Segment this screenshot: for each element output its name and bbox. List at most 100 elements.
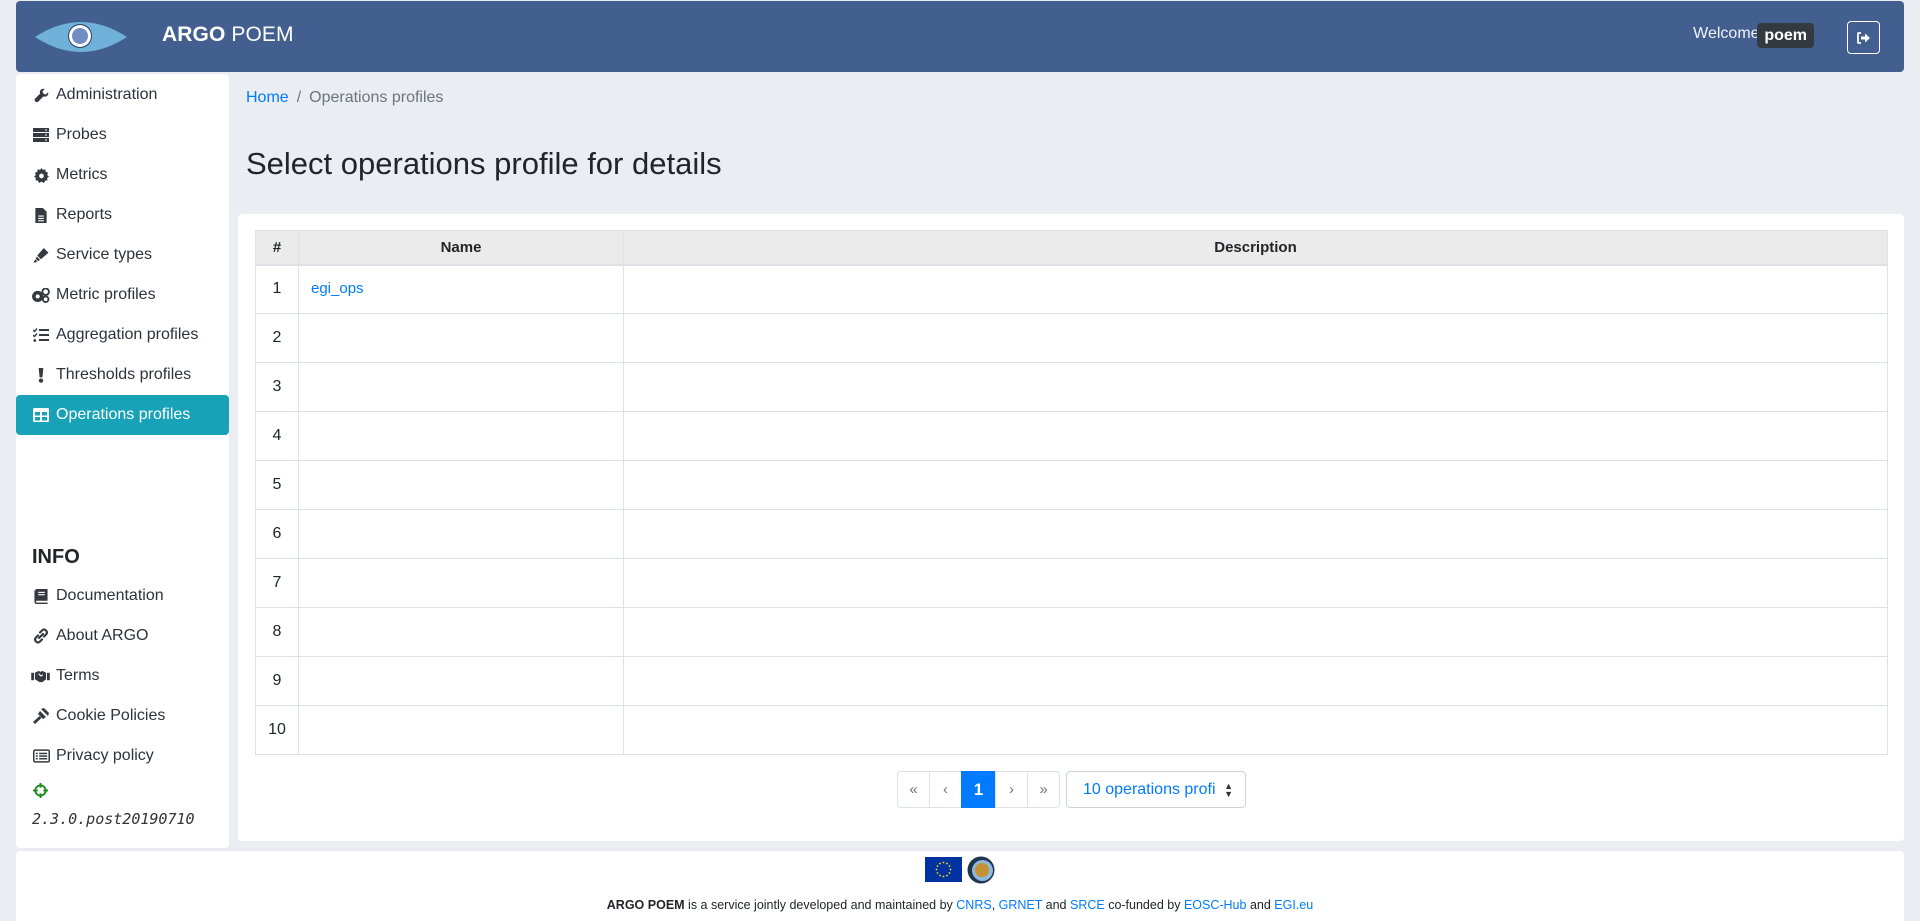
description-cell [623, 362, 1888, 412]
sidebar-item-cookie-policies[interactable]: Cookie Policies [16, 696, 229, 736]
welcome-text: Welcome, [1693, 25, 1764, 42]
row-number: 7 [255, 558, 299, 608]
sidebar-item-reports[interactable]: Reports [16, 195, 229, 235]
sidebar-item-aggregation-profiles[interactable]: Aggregation profiles [16, 315, 229, 355]
sidebar-item-terms[interactable]: Terms [16, 656, 229, 696]
sidebar-item-probes[interactable]: Probes [16, 115, 229, 155]
table-row: 9 [255, 656, 1888, 706]
footer: ARGO POEM is a service jointly developed… [16, 851, 1904, 921]
column-header-name[interactable]: Name [298, 230, 624, 266]
row-number: 1 [255, 264, 299, 314]
argo-eye-logo [35, 22, 127, 52]
cnrs-link[interactable]: CNRS [956, 898, 991, 912]
nav-label: Terms [56, 667, 100, 684]
gavel-icon [32, 708, 50, 724]
sort-arrows-icon: ▲ ▼ [1224, 781, 1233, 799]
version-text: 2.3.0.post20190710 [32, 810, 195, 828]
grnet-link[interactable]: GRNET [999, 898, 1043, 912]
cogs-icon [30, 287, 50, 303]
row-number: 4 [255, 411, 299, 461]
sidebar-item-documentation[interactable]: Documentation [16, 576, 229, 616]
row-number: 5 [255, 460, 299, 510]
description-cell [623, 705, 1888, 755]
row-number: 3 [255, 362, 299, 412]
brand-bold: ARGO [162, 23, 226, 46]
page-size-select[interactable]: 10 operations profi ▲ ▼ [1066, 771, 1246, 808]
sidebar-item-service-types[interactable]: Service types [16, 235, 229, 275]
name-cell [298, 411, 624, 461]
sidebar-item-privacy-policy[interactable]: Privacy policy [16, 736, 229, 776]
nav-label: Operations profiles [56, 406, 191, 423]
description-cell [623, 656, 1888, 706]
crosshairs-icon [33, 783, 48, 798]
footer-text: and [1246, 898, 1275, 912]
page-title: Select operations profile for details [246, 146, 722, 181]
egi-link[interactable]: EGI.eu [1274, 898, 1313, 912]
table-row: 6 [255, 509, 1888, 559]
nav-label: About ARGO [56, 627, 149, 644]
nav-label: Cookie Policies [56, 707, 166, 724]
first-page-button[interactable]: « [897, 771, 930, 808]
breadcrumb-separator: / [296, 89, 302, 106]
name-cell: egi_ops [298, 264, 624, 314]
sidebar-item-operations-profiles[interactable]: Operations profiles [16, 395, 229, 435]
row-number: 10 [255, 705, 299, 755]
footer-text: , [991, 898, 999, 912]
page-size-value: 10 operations profi [1083, 780, 1216, 798]
breadcrumb-home-link[interactable]: Home [246, 89, 289, 106]
breadcrumb: Home / Operations profiles [246, 89, 443, 107]
table-header-row: # Name Description [255, 230, 1888, 266]
footer-credits: ARGO POEM is a service jointly developed… [16, 898, 1904, 912]
nav-label: Metrics [56, 166, 108, 183]
description-cell [623, 264, 1888, 314]
nav-label: Aggregation profiles [56, 326, 199, 343]
name-cell [298, 607, 624, 657]
table-row: 10 [255, 705, 1888, 755]
next-page-button[interactable]: › [995, 771, 1028, 808]
last-page-button[interactable]: » [1027, 771, 1060, 808]
previous-page-button[interactable]: ‹ [929, 771, 962, 808]
table-row: 3 [255, 362, 1888, 412]
link-icon [32, 628, 50, 644]
egi-logo [967, 856, 995, 884]
description-cell [623, 509, 1888, 559]
eosc-hub-link[interactable]: EOSC-Hub [1184, 898, 1247, 912]
page-1-button[interactable]: 1 [961, 771, 996, 808]
description-cell [623, 558, 1888, 608]
srce-link[interactable]: SRCE [1070, 898, 1105, 912]
sidebar-item-administration[interactable]: Administration [16, 75, 229, 115]
sidebar-item-metrics[interactable]: Metrics [16, 155, 229, 195]
profiles-table-card: # Name Description 1 egi_ops 2 3 4 5 6 7 8 9 10 « … [238, 214, 1904, 841]
name-cell [298, 313, 624, 363]
username-badge: poem [1757, 23, 1814, 48]
sidebar: Administration Probes Metrics Reports Se… [16, 74, 229, 848]
row-number: 2 [255, 313, 299, 363]
book-icon [32, 588, 50, 604]
name-cell [298, 460, 624, 510]
description-cell [623, 460, 1888, 510]
row-number: 8 [255, 607, 299, 657]
sidebar-item-thresholds-profiles[interactable]: Thresholds profiles [16, 355, 229, 395]
handshake-icon [30, 668, 50, 684]
column-header-description[interactable]: Description [623, 230, 1888, 266]
exclamation-icon [32, 367, 50, 383]
sidebar-item-about-argo[interactable]: About ARGO [16, 616, 229, 656]
sign-out-icon [1856, 31, 1870, 44]
server-icon [32, 127, 50, 143]
nav-label: Documentation [56, 587, 164, 604]
nav-label: Probes [56, 126, 107, 143]
nav-label: Metric profiles [56, 286, 156, 303]
column-header-number[interactable]: # [255, 230, 299, 266]
brand-title[interactable]: ARGO POEM [162, 23, 294, 47]
breadcrumb-current: Operations profiles [309, 89, 444, 106]
logout-button[interactable] [1847, 21, 1880, 54]
name-cell [298, 509, 624, 559]
table-icon [32, 407, 50, 423]
profile-name-link[interactable]: egi_ops [311, 280, 364, 297]
footer-text: and [1042, 898, 1070, 912]
file-icon [32, 207, 50, 223]
eu-flag-logo [925, 857, 962, 882]
footer-text: is a service jointly developed and maint… [684, 898, 957, 912]
sidebar-item-metric-profiles[interactable]: Metric profiles [16, 275, 229, 315]
wrench-icon [32, 87, 50, 103]
